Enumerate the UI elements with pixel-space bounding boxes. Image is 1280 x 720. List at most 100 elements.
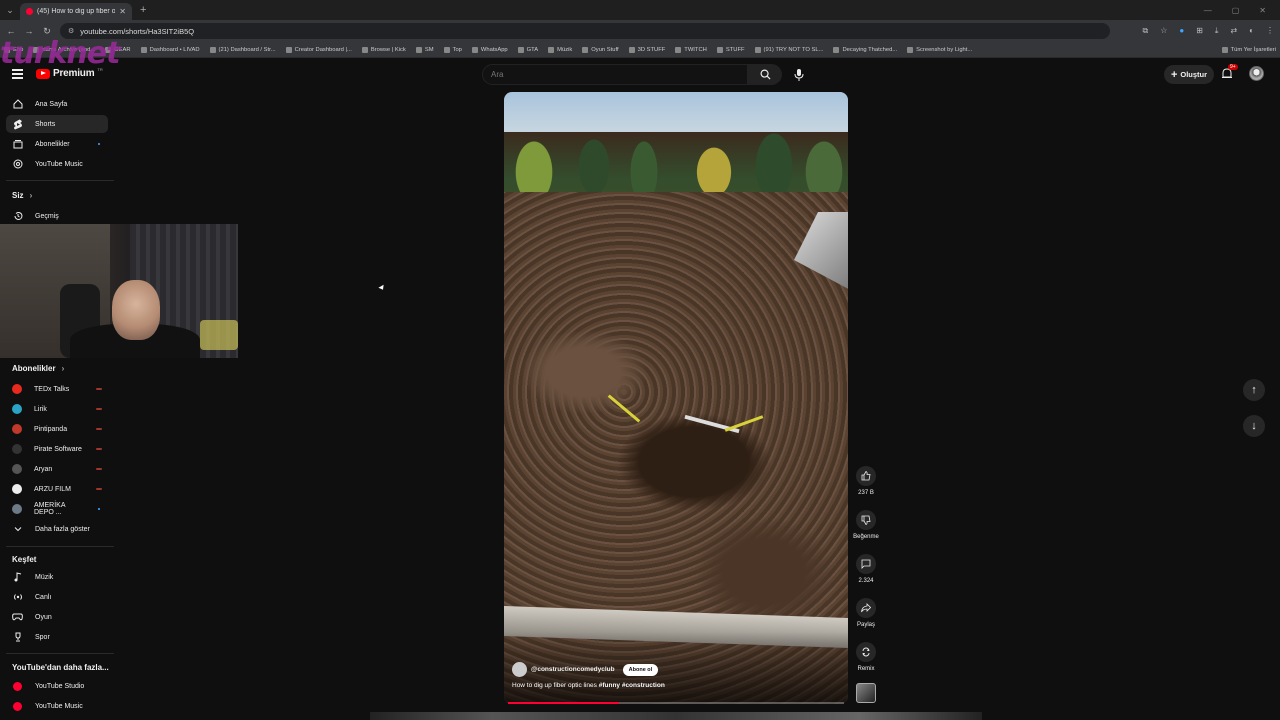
- subscribe-button[interactable]: Abone ol: [622, 663, 659, 676]
- bookmark-item[interactable]: (21) Dashboard / Str...: [209, 46, 276, 53]
- new-tab-icon[interactable]: +: [140, 4, 146, 16]
- sidebar-item-live[interactable]: Canlı: [6, 588, 108, 606]
- thumbs-up-icon: [861, 471, 871, 481]
- all-bookmarks[interactable]: Tüm Yer İşaretleri: [1221, 46, 1276, 53]
- sidebar-item-music[interactable]: YouTube Music: [6, 155, 108, 173]
- forward-icon[interactable]: →: [24, 26, 34, 36]
- show-more-button[interactable]: Daha fazla göster: [6, 520, 108, 538]
- account-avatar[interactable]: [1249, 66, 1264, 81]
- sidebar-item-label: Spor: [35, 633, 50, 641]
- section-heading: Abonelikler: [12, 364, 56, 373]
- download-icon[interactable]: ⤓: [1215, 26, 1219, 36]
- remix-button[interactable]: Remix: [850, 642, 882, 672]
- like-button[interactable]: 237 B: [850, 466, 882, 496]
- like-count: 237 B: [858, 490, 874, 496]
- profile-icon[interactable]: ◐: [1249, 26, 1254, 36]
- sidebar-item-home[interactable]: Ana Sayfa: [6, 95, 108, 113]
- music-note-icon: [12, 572, 23, 583]
- menu-dots-icon[interactable]: ⋮: [1266, 26, 1274, 36]
- bookmark-item[interactable]: Browse | Kick: [361, 46, 406, 53]
- bookmark-favicon-icon: [415, 46, 422, 53]
- install-icon[interactable]: ⧉: [1142, 26, 1148, 36]
- subscription-channel[interactable]: AMERİKA DEPO ...: [6, 500, 108, 518]
- you-section-header[interactable]: Siz ›: [12, 191, 32, 200]
- bookmark-item[interactable]: Müzik: [548, 46, 572, 53]
- address-bar[interactable]: ⚙ youtube.com/shorts/Ha3SIT2iB5Q: [60, 23, 1110, 39]
- bookmark-label: SM: [424, 46, 434, 53]
- bookmark-item[interactable]: Decaying Thatched...: [833, 46, 897, 53]
- site-info-icon[interactable]: ⚙: [68, 27, 74, 35]
- previous-short-button[interactable]: ↑: [1243, 379, 1265, 401]
- extension-icon[interactable]: ●: [1179, 26, 1184, 36]
- comment-icon: [861, 559, 871, 569]
- bookmark-item[interactable]: GTA: [517, 46, 538, 53]
- minimize-icon[interactable]: —: [1204, 6, 1212, 15]
- sidebar-item-gaming[interactable]: Oyun: [6, 608, 108, 626]
- bookmark-item[interactable]: SM: [415, 46, 434, 53]
- bookmark-item[interactable]: STUFF: [716, 46, 745, 53]
- share-button[interactable]: Paylaş: [850, 598, 882, 628]
- comments-button[interactable]: 2.324: [850, 554, 882, 584]
- notifications-button[interactable]: 9+: [1220, 64, 1238, 83]
- channel-label: Pintipanda: [34, 425, 68, 433]
- bookmark-label: WhatsApp: [480, 46, 508, 53]
- voice-search-button[interactable]: [789, 64, 809, 85]
- progress-fill: [508, 702, 619, 704]
- browser-tabbar: ⌄ (45) How to dig up fiber op ✕ + — ▢ ✕: [0, 0, 1280, 20]
- close-window-icon[interactable]: ✕: [1259, 6, 1266, 15]
- close-tab-icon[interactable]: ✕: [119, 7, 126, 16]
- subscription-channel[interactable]: ARZU FILM: [6, 480, 108, 498]
- sidebar-item-label: YouTube Studio: [35, 682, 85, 690]
- short-hashtags[interactable]: #funny #construction: [599, 682, 665, 689]
- bookmark-favicon-icon: [582, 46, 589, 53]
- maximize-icon[interactable]: ▢: [1232, 6, 1240, 15]
- channel-name[interactable]: @constructioncomedyclub: [531, 666, 615, 673]
- new-content-dot: [98, 143, 100, 145]
- bookmark-item[interactable]: Oyun Stuff: [582, 46, 619, 53]
- sidebar-item-trophy[interactable]: Spor: [6, 628, 108, 646]
- sidebar-item-subscriptions[interactable]: Abonelikler: [6, 135, 108, 153]
- sidebar-item-more[interactable]: YouTube Studio: [6, 677, 108, 695]
- bookmark-item[interactable]: 3D STUFF: [628, 46, 665, 53]
- subscription-channel[interactable]: Pirate Software: [6, 440, 108, 458]
- audio-thumbnail[interactable]: [856, 683, 876, 703]
- sidebar-item-more[interactable]: YouTube Music: [6, 697, 108, 715]
- sync-icon[interactable]: ⇄: [1230, 26, 1237, 36]
- bookmark-label: Creator Dashboard |...: [294, 46, 352, 53]
- sidebar-item-label: YouTube Music: [35, 160, 83, 168]
- browser-tab[interactable]: (45) How to dig up fiber op ✕: [20, 3, 132, 20]
- bookmark-star-icon[interactable]: ☆: [1160, 26, 1167, 36]
- bookmark-item[interactable]: (91) TRY NOT TO SL...: [754, 46, 823, 53]
- search-button[interactable]: [748, 64, 782, 85]
- sidebar-item-shorts[interactable]: Shorts: [6, 115, 108, 133]
- subscription-channel[interactable]: Aryan: [6, 460, 108, 478]
- tab-search-icon[interactable]: ⌄: [0, 0, 20, 20]
- bookmark-item[interactable]: Top: [443, 46, 462, 53]
- youtube-music-icon: [12, 701, 23, 712]
- next-short-button[interactable]: ↓: [1243, 415, 1265, 437]
- bookmark-item[interactable]: WhatsApp: [471, 46, 508, 53]
- explore-section-header[interactable]: Keşfet: [12, 555, 36, 564]
- bookmark-item[interactable]: Dashboard • LIVAD: [140, 46, 200, 53]
- video-progress-bar[interactable]: [508, 702, 844, 704]
- more-from-youtube-header[interactable]: YouTube'dan daha fazla...: [12, 663, 109, 672]
- subscription-channel[interactable]: Pintipanda: [6, 420, 108, 438]
- short-video-player[interactable]: [504, 92, 848, 704]
- sidebar-item-history[interactable]: Geçmiş: [6, 207, 108, 225]
- sidebar-item-music-note[interactable]: Müzik: [6, 568, 108, 586]
- back-icon[interactable]: ←: [6, 26, 16, 36]
- bookmark-item[interactable]: Screenshot by Light...: [907, 46, 972, 53]
- bookmark-label: Oyun Stuff: [591, 46, 619, 53]
- bookmark-item[interactable]: TWITCH: [675, 46, 707, 53]
- channel-avatar[interactable]: [512, 662, 527, 677]
- subscriptions-section-header[interactable]: Abonelikler ›: [12, 364, 64, 373]
- channel-avatar: [12, 484, 22, 494]
- bookmark-item[interactable]: Creator Dashboard |...: [285, 46, 352, 53]
- subscription-channel[interactable]: TEDx Talks: [6, 380, 108, 398]
- create-button[interactable]: + Oluştur: [1164, 65, 1214, 84]
- dislike-button[interactable]: Beğenme: [850, 510, 882, 540]
- reload-icon[interactable]: ↻: [42, 26, 52, 37]
- subscription-channel[interactable]: Lirik: [6, 400, 108, 418]
- extensions-puzzle-icon[interactable]: ⊞: [1196, 26, 1203, 36]
- search-input[interactable]: Ara: [482, 64, 748, 85]
